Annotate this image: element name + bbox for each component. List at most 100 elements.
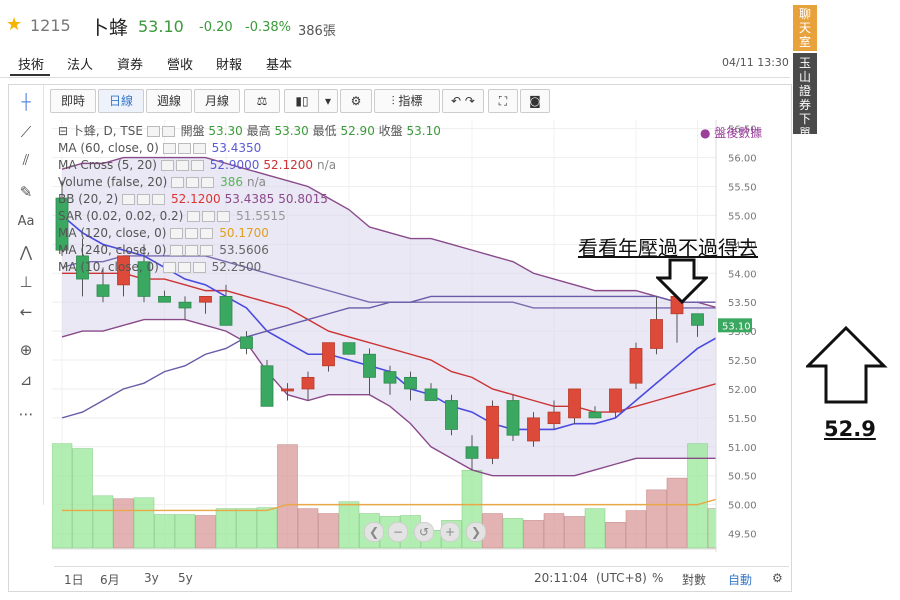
volume-bar — [666, 477, 688, 549]
visibility-icon[interactable] — [122, 194, 135, 205]
tab-institutional[interactable]: 法人 — [67, 54, 93, 73]
candlestick-type-icon[interactable]: ▮▯ — [284, 89, 320, 113]
broker-order-tab[interactable]: 玉山證券下單 — [793, 53, 817, 140]
camera-icon[interactable]: ◙ — [520, 89, 550, 113]
measure-icon[interactable]: ⊥ — [9, 269, 43, 295]
brush-icon[interactable]: ✎ — [9, 179, 43, 205]
monthly-button[interactable]: 月線 — [194, 89, 240, 113]
settings-icon[interactable] — [137, 194, 150, 205]
realtime-button[interactable]: 即時 — [50, 89, 96, 113]
scroll-left-icon[interactable]: ❮ — [364, 522, 384, 542]
close-icon[interactable] — [192, 262, 206, 273]
legend-row-label: BB (20, 2) — [58, 192, 122, 206]
chat-room-tab[interactable]: 聊天室 — [793, 5, 817, 51]
settings-icon[interactable] — [185, 245, 199, 256]
gear-icon[interactable]: ⚙ — [340, 89, 372, 113]
candle-body — [219, 296, 233, 326]
zoom-in-icon[interactable]: + — [440, 522, 460, 542]
tab-basic[interactable]: 基本 — [266, 54, 292, 73]
visibility-icon[interactable] — [187, 211, 201, 222]
legend-row: MA (60, close, 0) 53.4350 — [58, 140, 441, 157]
close-icon[interactable] — [200, 228, 214, 239]
bottom-bar: 1日 6月 3y 5y 20:11:04 (UTC+8) % 對數 自動 ⚙ — [54, 566, 789, 589]
visibility-icon[interactable] — [170, 245, 184, 256]
crosshair-icon[interactable]: ┼ — [9, 89, 43, 115]
tab-technical[interactable]: 技術 — [18, 54, 44, 73]
star-icon[interactable]: ★ — [6, 14, 22, 35]
tab-financials[interactable]: 財報 — [216, 54, 242, 73]
visibility-icon[interactable] — [170, 228, 184, 239]
fullscreen-icon[interactable]: ⛶ — [488, 89, 518, 113]
volume-bar — [687, 443, 708, 549]
visibility-icon[interactable] — [160, 160, 174, 171]
price-axis-label: 52.00 — [728, 385, 757, 396]
visibility-icon[interactable] — [162, 262, 176, 273]
chevron-down-icon[interactable]: ▾ — [318, 89, 338, 113]
settings-icon[interactable] — [177, 262, 191, 273]
tab-margin[interactable]: 資券 — [117, 54, 143, 73]
close-icon[interactable] — [192, 143, 206, 154]
candle-body — [342, 342, 356, 355]
trendline-icon[interactable]: ⟋ — [9, 119, 43, 145]
volume-bar — [52, 443, 73, 549]
back-arrow-icon[interactable]: ← — [9, 299, 43, 325]
zoom-out-icon[interactable]: − — [388, 522, 408, 542]
range-1d[interactable]: 1日 — [64, 571, 84, 588]
settings-icon[interactable] — [186, 177, 200, 188]
legend-row: MA Cross (5, 20) 52.9000 52.1200 n/a — [58, 157, 441, 174]
settings-icon[interactable] — [175, 160, 189, 171]
visibility-icon[interactable] — [162, 143, 176, 154]
fibonacci-icon[interactable]: ⫽ — [9, 147, 43, 173]
zoom-icon[interactable]: ⊕ — [9, 337, 43, 363]
legend-row: BB (20, 2) 52.1200 53.4385 50.8015 — [58, 191, 441, 208]
close-icon[interactable] — [190, 160, 204, 171]
legend-collapse-icon[interactable]: ⊟ — [58, 124, 72, 138]
after-market-link[interactable]: ● 盤後數據 — [700, 124, 762, 141]
close-icon[interactable] — [152, 194, 165, 205]
settings-icon[interactable] — [202, 211, 216, 222]
volume-bar — [297, 508, 319, 549]
volume-bar — [215, 508, 237, 549]
close-icon[interactable] — [217, 211, 231, 222]
settings-icon[interactable] — [161, 126, 175, 137]
pattern-icon[interactable]: ⋀ — [9, 239, 43, 265]
reset-icon[interactable]: ↺ — [414, 522, 434, 542]
weekly-button[interactable]: 週線 — [146, 89, 192, 113]
scale-icon[interactable]: ⚖ — [244, 89, 280, 113]
daily-button[interactable]: 日線 — [98, 89, 144, 113]
scroll-right-icon[interactable]: ❯ — [466, 522, 486, 542]
indicators-button[interactable]: ⫶ 指標 — [374, 89, 440, 113]
range-5y[interactable]: 5y — [178, 571, 193, 585]
volume-bar — [502, 518, 524, 549]
candle-body — [199, 296, 212, 303]
close-icon[interactable] — [201, 177, 215, 188]
settings-icon[interactable] — [185, 228, 199, 239]
percent-toggle[interactable]: % — [652, 571, 663, 585]
volume-bar — [113, 498, 134, 549]
close-value: 53.10 — [406, 124, 441, 138]
auto-toggle[interactable]: 自動 — [728, 571, 752, 588]
ruler-icon[interactable]: ⊿ — [9, 367, 43, 393]
visibility-icon[interactable] — [146, 126, 160, 137]
range-6m[interactable]: 6月 — [100, 571, 120, 588]
candle-body — [158, 296, 171, 303]
gear-icon[interactable]: ⚙ — [772, 571, 783, 585]
volume-bar — [72, 448, 93, 549]
text-tool-icon[interactable]: Aa — [9, 209, 43, 235]
legend-row-label: MA Cross (5, 20) — [58, 158, 161, 172]
more-icon[interactable]: ⋯ — [9, 401, 43, 427]
settings-icon[interactable] — [177, 143, 191, 154]
price-axis-label: 50.00 — [728, 501, 757, 512]
volume-bar — [154, 514, 175, 549]
volume-bar — [338, 501, 360, 549]
candle-body — [465, 446, 479, 459]
timezone[interactable]: (UTC+8) — [596, 571, 647, 585]
log-toggle[interactable]: 對數 — [682, 571, 706, 588]
high-value: 53.30 — [274, 124, 309, 138]
last-price-label: 53.10 — [722, 321, 751, 332]
tab-revenue[interactable]: 營收 — [167, 54, 193, 73]
close-icon[interactable] — [200, 245, 214, 256]
undo-redo-icon[interactable]: ↶ ↷ — [442, 89, 484, 113]
visibility-icon[interactable] — [171, 177, 185, 188]
range-3y[interactable]: 3y — [144, 571, 159, 585]
